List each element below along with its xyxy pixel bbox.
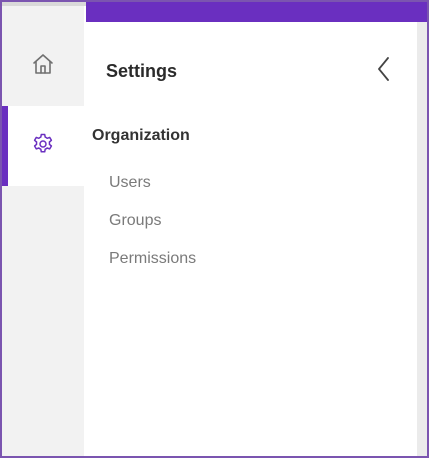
rail-item-home[interactable]	[2, 26, 84, 106]
settings-window: Settings Organization Users Groups Permi…	[0, 0, 429, 458]
collapse-panel-button[interactable]	[367, 54, 401, 88]
nav-item-users[interactable]: Users	[109, 168, 196, 206]
top-accent-bar	[86, 2, 427, 22]
navigation-rail	[2, 6, 84, 456]
section-heading-organization: Organization	[92, 127, 190, 144]
active-indicator	[2, 106, 8, 186]
home-icon	[31, 52, 55, 81]
chevron-left-icon	[374, 55, 394, 88]
page-title: Settings	[106, 61, 178, 81]
rail-item-settings[interactable]	[2, 106, 84, 186]
organization-nav-list: Users Groups Permissions	[109, 168, 196, 282]
panel-header: Settings	[84, 22, 417, 118]
settings-panel: Settings Organization Users Groups Permi…	[84, 22, 417, 456]
nav-item-groups[interactable]: Groups	[109, 206, 196, 244]
nav-item-permissions[interactable]: Permissions	[109, 244, 196, 282]
right-scroll-gutter	[417, 22, 427, 456]
gear-icon	[31, 132, 55, 161]
